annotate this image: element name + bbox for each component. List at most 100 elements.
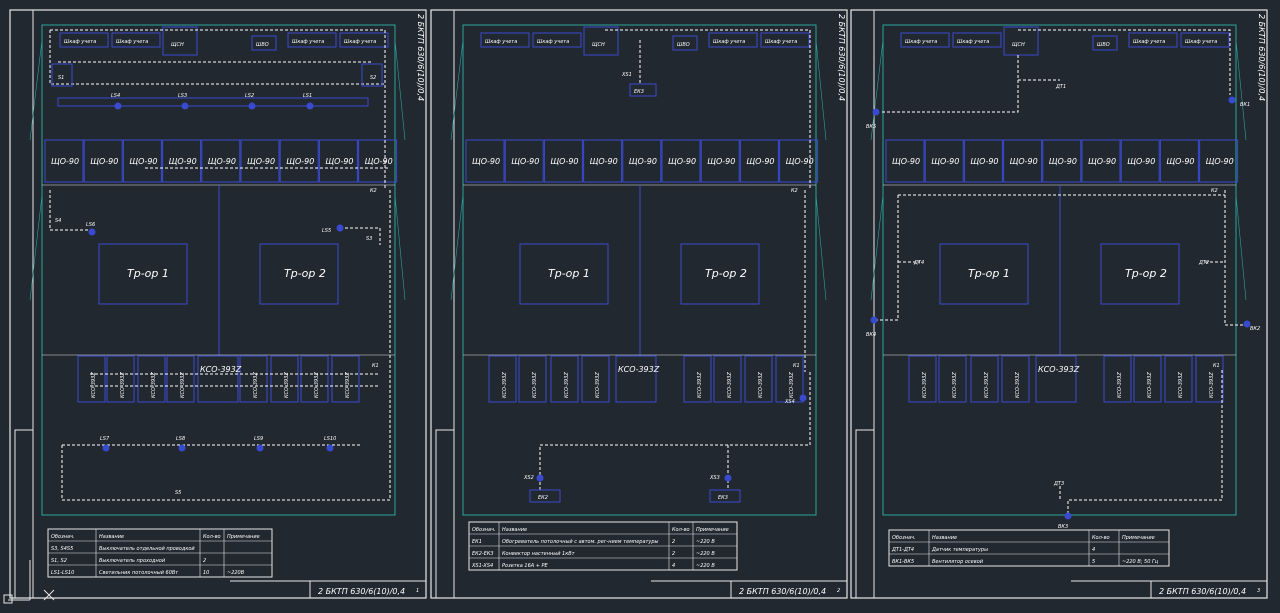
stamp-column — [855, 429, 875, 599]
kso-393z-label: КСО-393Z — [1209, 372, 1215, 398]
spec-table-cell: ~220 В — [696, 539, 715, 545]
shcho-90-label: ЩО-90 — [1206, 157, 1234, 166]
teal-guide — [870, 194, 884, 301]
transformer-2-label: Тр-ор 2 — [1125, 267, 1167, 280]
transformer-1-label: Тр-ор 1 — [548, 267, 590, 280]
fan-vk5-tag: ВК5 — [866, 124, 876, 130]
shcho-90-label: ЩО-90 — [1010, 157, 1038, 166]
fan-vk5 — [872, 108, 880, 116]
sheet-number: 3 — [1257, 588, 1260, 594]
shcho-90-label: ЩО-90 — [247, 157, 275, 166]
teal-guide — [1235, 39, 1247, 141]
spec-table-cell: ВК1-ВК5 — [892, 559, 914, 565]
transformer-2-label: Тр-ор 2 — [705, 267, 747, 280]
shcho-90-label: ЩО-90 — [590, 157, 618, 166]
spec-table-cell: 5 — [1092, 559, 1095, 565]
sensor-dt1-tag: ДТ1 — [1055, 84, 1066, 90]
spec-table-cell: Выключатель отдельной проводкой — [99, 546, 195, 552]
luminaire-ls2 — [248, 102, 256, 110]
luminaire-tag: LS2 — [245, 93, 254, 99]
socket-xs4 — [799, 394, 807, 402]
socket-xs2-tag: XS2 — [523, 475, 534, 481]
kso-393z-label: КСО-393Z — [1015, 372, 1021, 398]
metering-cabinet-label: Шкаф учета — [64, 39, 96, 45]
shcho-90-label: ЩО-90 — [325, 157, 353, 166]
spec-table-header: Кол-во — [672, 527, 690, 533]
shcho-90-label: ЩО-90 — [1088, 157, 1116, 166]
socket-xs4-tag: XS4 — [784, 399, 795, 405]
transformer-2-label: Тр-ор 2 — [284, 267, 326, 280]
luminaire-tag: LS1 — [303, 93, 312, 99]
kso-main-label: КСО-393Z — [618, 365, 660, 374]
spec-table-cell: 10 — [203, 570, 209, 576]
metering-cabinet-label: Шкаф учета — [344, 39, 376, 45]
sheet-2-heating-plan: Шкаф учета Шкаф учета ЩСН ШВО Шкаф учета Шкаф… — [450, 26, 827, 571]
shcho-90-label: ЩО-90 — [129, 157, 157, 166]
spec-table-cell: ~220 В — [696, 563, 715, 569]
spec-table-header: Обознач. — [892, 535, 916, 541]
fan-vk2-tag: ВК2 — [1250, 326, 1260, 332]
shvo-label: ШВО — [256, 42, 269, 48]
metering-cabinet-label: Шкаф учета — [116, 39, 148, 45]
title-block-code: 2 БКТП 630/6(10)/0,4 — [1159, 587, 1246, 596]
luminaire-bottom-tag: LS8 — [176, 436, 185, 442]
kso-393z-label: КСО-393Z — [1147, 372, 1153, 398]
spec-table-header: Примечание — [227, 534, 260, 540]
switch-s2-tag: S2 — [370, 75, 376, 81]
vertical-drawing-code: 2 БКТП 630/6(10)/0,4 — [416, 14, 425, 101]
luminaire-bottom — [326, 444, 334, 452]
lighting-route — [340, 227, 381, 245]
lighting-route — [50, 29, 386, 190]
luminaire-bottom-tag: LS10 — [324, 436, 336, 442]
sheet-number: 2 — [837, 588, 840, 594]
shcho-90-label: ЩО-90 — [511, 157, 539, 166]
metering-cabinet-label: Шкаф учета — [905, 39, 937, 45]
spec-table-cell: Выключатель проходной — [99, 558, 166, 564]
shcho-90-label: ЩО-90 — [629, 157, 657, 166]
shsn-label: ЩСН — [1012, 42, 1025, 48]
spec-table-cell: S1, S2 — [51, 558, 67, 564]
kso-393z-label: КСО-393Z — [697, 372, 703, 398]
luminaire-tag: LS3 — [178, 93, 187, 99]
luminaire-bottom — [256, 444, 264, 452]
luminaire-bus — [57, 97, 369, 107]
sheet-1-lighting-plan: Шкаф учета Шкаф учета ЩСН ШВО Шкаф учета Шкаф… — [29, 26, 406, 578]
title-block-code: 2 БКТП 630/6(10)/0,4 — [739, 587, 826, 596]
lighting-route — [49, 30, 385, 85]
spec-table-cell: ~220 В — [696, 551, 715, 557]
spec-table-header: Примечание — [1122, 535, 1155, 541]
cad-drawing-canvas[interactable]: 2 БКТП 630/6(10)/0,4 1 2 БКТП 630/6(10)/0,… — [0, 0, 1280, 613]
fan-vk3-tag: ВК3 — [1058, 524, 1068, 530]
shcho-90-label: ЩО-90 — [746, 157, 774, 166]
shvo-label: ШВО — [1097, 42, 1110, 48]
vertical-drawing-code: 2 БКТП 630/6(10)/0,4 — [837, 14, 846, 101]
shcho-90-label: ЩО-90 — [931, 157, 959, 166]
switch-s5-tag: S5 — [175, 490, 181, 496]
title-block-code: 2 БКТП 630/6(10)/0,4 — [318, 587, 405, 596]
shsn-label: ЩСН — [171, 42, 184, 48]
teal-guide — [394, 39, 406, 141]
kso-393z-label: КСО-393Z — [532, 372, 538, 398]
sensor-dt3-tag: ДТ3 — [1053, 481, 1064, 487]
spec-table-cell: ~220 В; 50 Гц — [1122, 559, 1159, 565]
socket-xs3 — [724, 474, 732, 482]
k2-tag: К2 — [791, 188, 798, 194]
luminaire-bottom — [102, 444, 110, 452]
ucs-origin-icon — [3, 594, 13, 604]
kso-393z-label: КСО-393Z — [984, 372, 990, 398]
spec-table-cell: Датчик температуры — [931, 547, 988, 553]
kso-393z-label: КСО-393Z — [120, 372, 126, 398]
luminaire-ls6 — [88, 228, 96, 236]
kso-393z-label: КСО-393Z — [180, 372, 186, 398]
spec-table-cell: LS1-LS10 — [51, 570, 74, 576]
spec-table-cell: 2 — [672, 539, 675, 545]
kso-main-label: КСО-393Z — [1038, 365, 1080, 374]
sheet-outer-frame — [850, 9, 1268, 599]
k1-tag: К1 — [793, 363, 800, 369]
k1-tag: К1 — [1213, 363, 1220, 369]
teal-guide — [815, 39, 827, 141]
spec-table-cell: Розетка 16А + РЕ — [502, 563, 549, 569]
kso-393z-label: КСО-393Z — [502, 372, 508, 398]
spec-table-header: Кол-во — [1092, 535, 1110, 541]
shcho-90-label: ЩО-90 — [365, 157, 393, 166]
